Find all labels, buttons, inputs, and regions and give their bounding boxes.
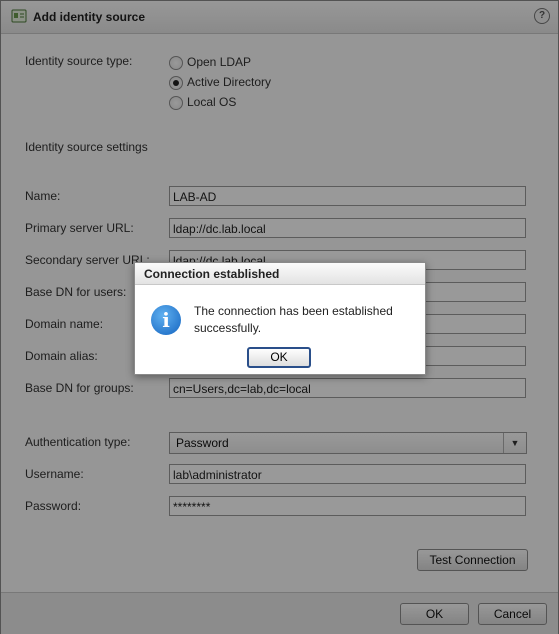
dialog-ok-button[interactable]: OK [247, 347, 311, 368]
dialog-message: The connection has been established succ… [194, 304, 393, 335]
connection-established-dialog: Connection established i The connection … [134, 262, 426, 375]
dialog-title: Connection established [135, 263, 425, 285]
info-icon: i [151, 305, 181, 335]
